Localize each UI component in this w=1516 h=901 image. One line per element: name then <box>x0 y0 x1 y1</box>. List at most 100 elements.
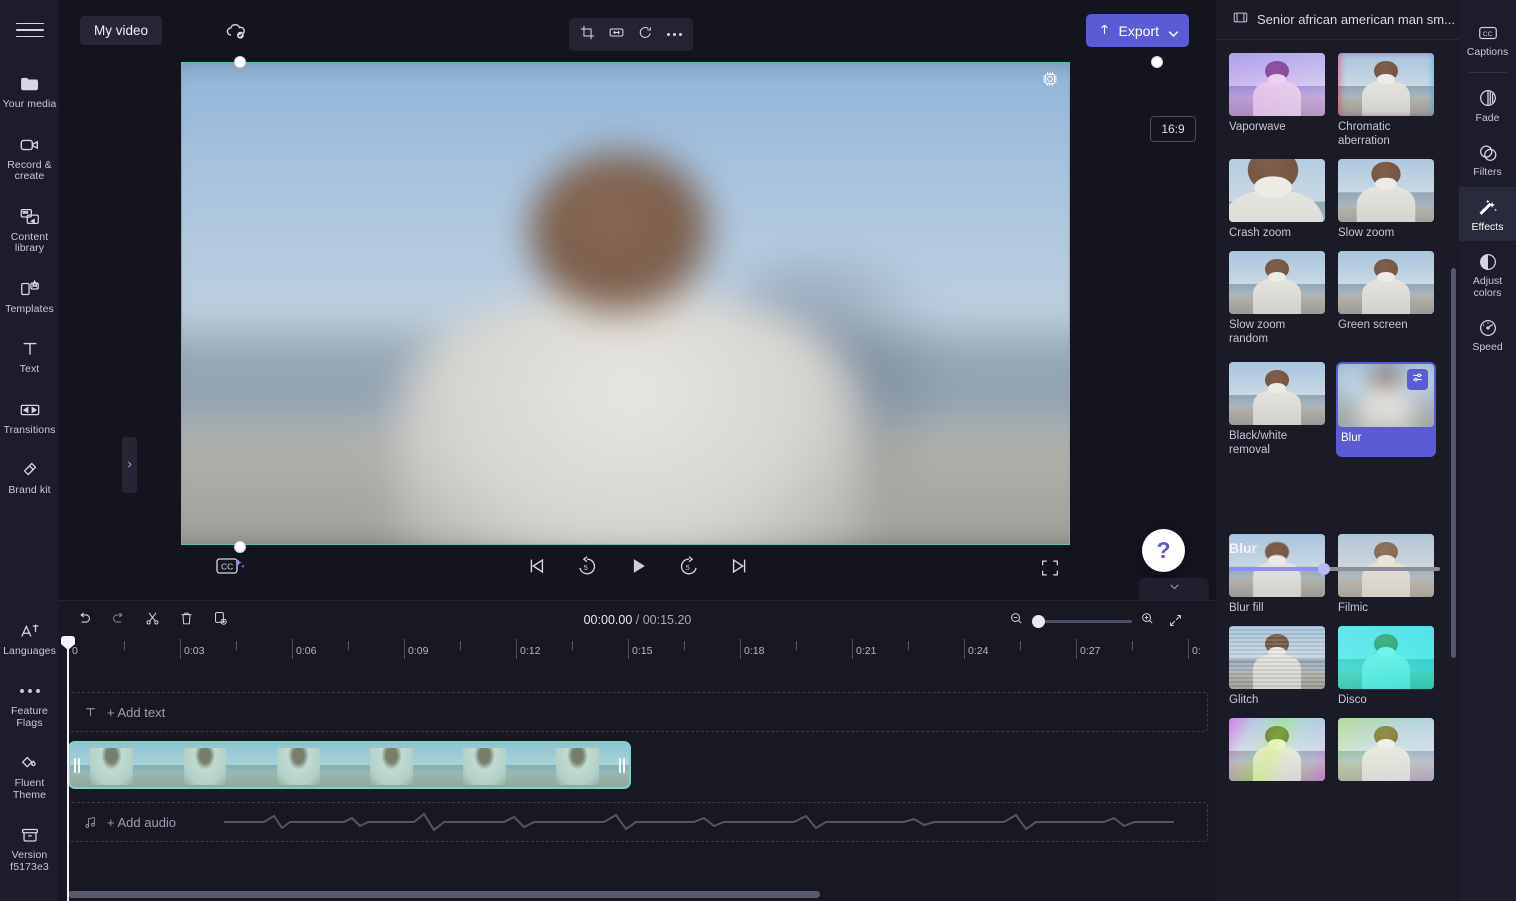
effect-thumbnail <box>1229 159 1325 222</box>
blur-slider[interactable] <box>1229 563 1440 575</box>
effect-vaporwave[interactable]: Vaporwave <box>1229 53 1325 148</box>
effect-thumbnail <box>1338 718 1434 781</box>
fade-icon <box>1475 87 1501 110</box>
export-button[interactable]: Export <box>1085 14 1189 47</box>
text-track[interactable]: + Add text <box>68 692 1208 732</box>
tab-filters[interactable]: Filters <box>1459 132 1516 187</box>
sidebar-item-your-media[interactable]: Your media <box>0 66 59 115</box>
archive-icon <box>17 823 43 847</box>
preview-tool-cluster <box>569 18 693 51</box>
effect-psychedelic[interactable] <box>1229 718 1325 781</box>
zoom-slider[interactable] <box>1032 614 1132 628</box>
effect-thumbnail <box>1338 159 1434 222</box>
effect-glitch[interactable]: Glitch <box>1229 626 1325 707</box>
skip-previous-icon <box>525 555 547 582</box>
effect-black-white-removal[interactable]: Black/white removal <box>1229 362 1325 457</box>
sidebar-label: Brand kit <box>8 484 51 496</box>
effect-thumbnail <box>1338 626 1434 689</box>
sidebar-label: Languages <box>3 644 56 657</box>
cc-icon: CC <box>1475 21 1501 44</box>
tab-fade[interactable]: Fade <box>1459 78 1516 133</box>
effect-slow-zoom[interactable]: Slow zoom <box>1338 159 1434 240</box>
effect-label: Filmic <box>1338 602 1369 614</box>
effect-label: Glitch <box>1229 694 1259 706</box>
more-options-button[interactable] <box>661 21 688 48</box>
resize-handle-top-right[interactable] <box>1151 56 1163 68</box>
aspect-ratio-badge[interactable]: 16:9 <box>1150 116 1196 142</box>
blur-slider-fill <box>1229 567 1324 571</box>
help-button[interactable]: ? <box>1142 529 1185 572</box>
sidebar-item-fluent-theme[interactable]: Fluent Theme <box>0 745 59 805</box>
transitions-icon <box>17 398 43 422</box>
zoom-out-icon[interactable] <box>1009 611 1024 631</box>
sidebar-item-brand-kit[interactable]: Brand kit <box>0 452 59 501</box>
rewind-5-button[interactable]: 5 <box>574 555 600 581</box>
sidebar-label: Text <box>19 363 40 375</box>
cloud-saved-icon <box>224 19 248 43</box>
fullscreen-button[interactable] <box>1039 557 1061 579</box>
sidebar-item-version[interactable]: Version f5173e3 <box>0 817 59 877</box>
sidebar-item-languages[interactable]: Languages <box>0 613 59 662</box>
contrast-icon <box>1475 250 1501 273</box>
effect-crash-zoom[interactable]: Crash zoom <box>1229 159 1325 240</box>
video-clip[interactable] <box>68 741 631 789</box>
sidebar-item-record-create[interactable]: Record & create <box>0 127 59 187</box>
effect-chromatic-aberration[interactable]: Chromatic aberration <box>1338 53 1434 148</box>
gear-icon[interactable] <box>1040 69 1060 89</box>
sidebar-item-feature-flags[interactable]: Feature Flags <box>0 673 59 733</box>
skip-to-start-button[interactable] <box>523 555 549 581</box>
folder-icon <box>17 72 43 96</box>
templates-icon <box>17 277 43 301</box>
project-title-input[interactable]: My video <box>80 16 163 45</box>
clip-trim-handle-right[interactable] <box>618 755 626 775</box>
effect-thumbnail <box>1338 364 1434 427</box>
timeline-ruler[interactable]: 0 0:03 0:06 0:09 0:12 0:15 0:18 0:21 0:2… <box>68 639 1216 663</box>
effect-slow-zoom-random[interactable]: Slow zoom random <box>1229 251 1325 346</box>
effect-settings-button[interactable] <box>1407 369 1428 390</box>
playhead[interactable] <box>61 636 75 901</box>
tab-adjust-colors[interactable]: Adjust colors <box>1459 241 1516 307</box>
effect-thumbnail <box>1229 362 1325 425</box>
effect-blur[interactable]: Blur <box>1336 362 1436 457</box>
skip-to-end-button[interactable] <box>727 555 753 581</box>
effect-green-tint[interactable] <box>1338 718 1434 781</box>
timeline-collapse-button[interactable] <box>1139 578 1209 600</box>
effect-label: Blur <box>1341 432 1362 444</box>
effect-green-screen[interactable]: Green screen <box>1338 251 1434 346</box>
tab-effects[interactable]: Effects <box>1459 186 1516 241</box>
sidebar-item-templates[interactable]: Templates <box>0 271 59 320</box>
effect-thumbnail <box>1229 718 1325 781</box>
audio-track[interactable]: + Add audio <box>68 802 1208 842</box>
sidebar-item-transitions[interactable]: Transitions <box>0 392 59 441</box>
rotate-button[interactable] <box>632 21 659 48</box>
skip-next-icon <box>729 555 751 582</box>
play-button[interactable] <box>625 555 651 581</box>
tab-label: Effects <box>1471 220 1504 233</box>
fit-to-screen-icon[interactable] <box>1168 613 1185 630</box>
tab-label: Adjust colors <box>1472 275 1503 299</box>
more-horizontal-icon <box>667 33 682 36</box>
clip-trim-handle-left[interactable] <box>73 755 81 775</box>
effect-label: Blur fill <box>1229 602 1264 614</box>
paint-drop-icon <box>17 751 43 775</box>
left-panel-expand-button[interactable] <box>122 437 137 493</box>
resize-handle-top-left[interactable] <box>234 56 246 68</box>
tab-speed[interactable]: Speed <box>1459 307 1516 362</box>
timeline-horizontal-scrollbar[interactable] <box>68 891 820 898</box>
sidebar-item-text[interactable]: Text <box>0 331 59 380</box>
effects-panel-scrollbar[interactable] <box>1451 268 1456 658</box>
zoom-in-icon[interactable] <box>1140 611 1155 631</box>
video-canvas[interactable] <box>181 62 1070 545</box>
zoom-slider-knob[interactable] <box>1032 614 1045 628</box>
sidebar-item-content-library[interactable]: Content library <box>0 199 59 259</box>
music-note-icon <box>83 815 98 830</box>
blur-slider-knob[interactable] <box>1317 563 1330 575</box>
effect-disco[interactable]: Disco <box>1338 626 1434 707</box>
fit-button[interactable] <box>603 21 630 48</box>
crop-button[interactable] <box>574 21 601 48</box>
timeline-zoom-controls <box>1009 611 1185 631</box>
timeline-tracks: + Add text + Add audio <box>68 667 1208 867</box>
forward-5-button[interactable]: 5 <box>676 555 702 581</box>
hamburger-menu-icon[interactable] <box>15 18 44 42</box>
tab-captions[interactable]: CC Captions <box>1459 12 1516 67</box>
